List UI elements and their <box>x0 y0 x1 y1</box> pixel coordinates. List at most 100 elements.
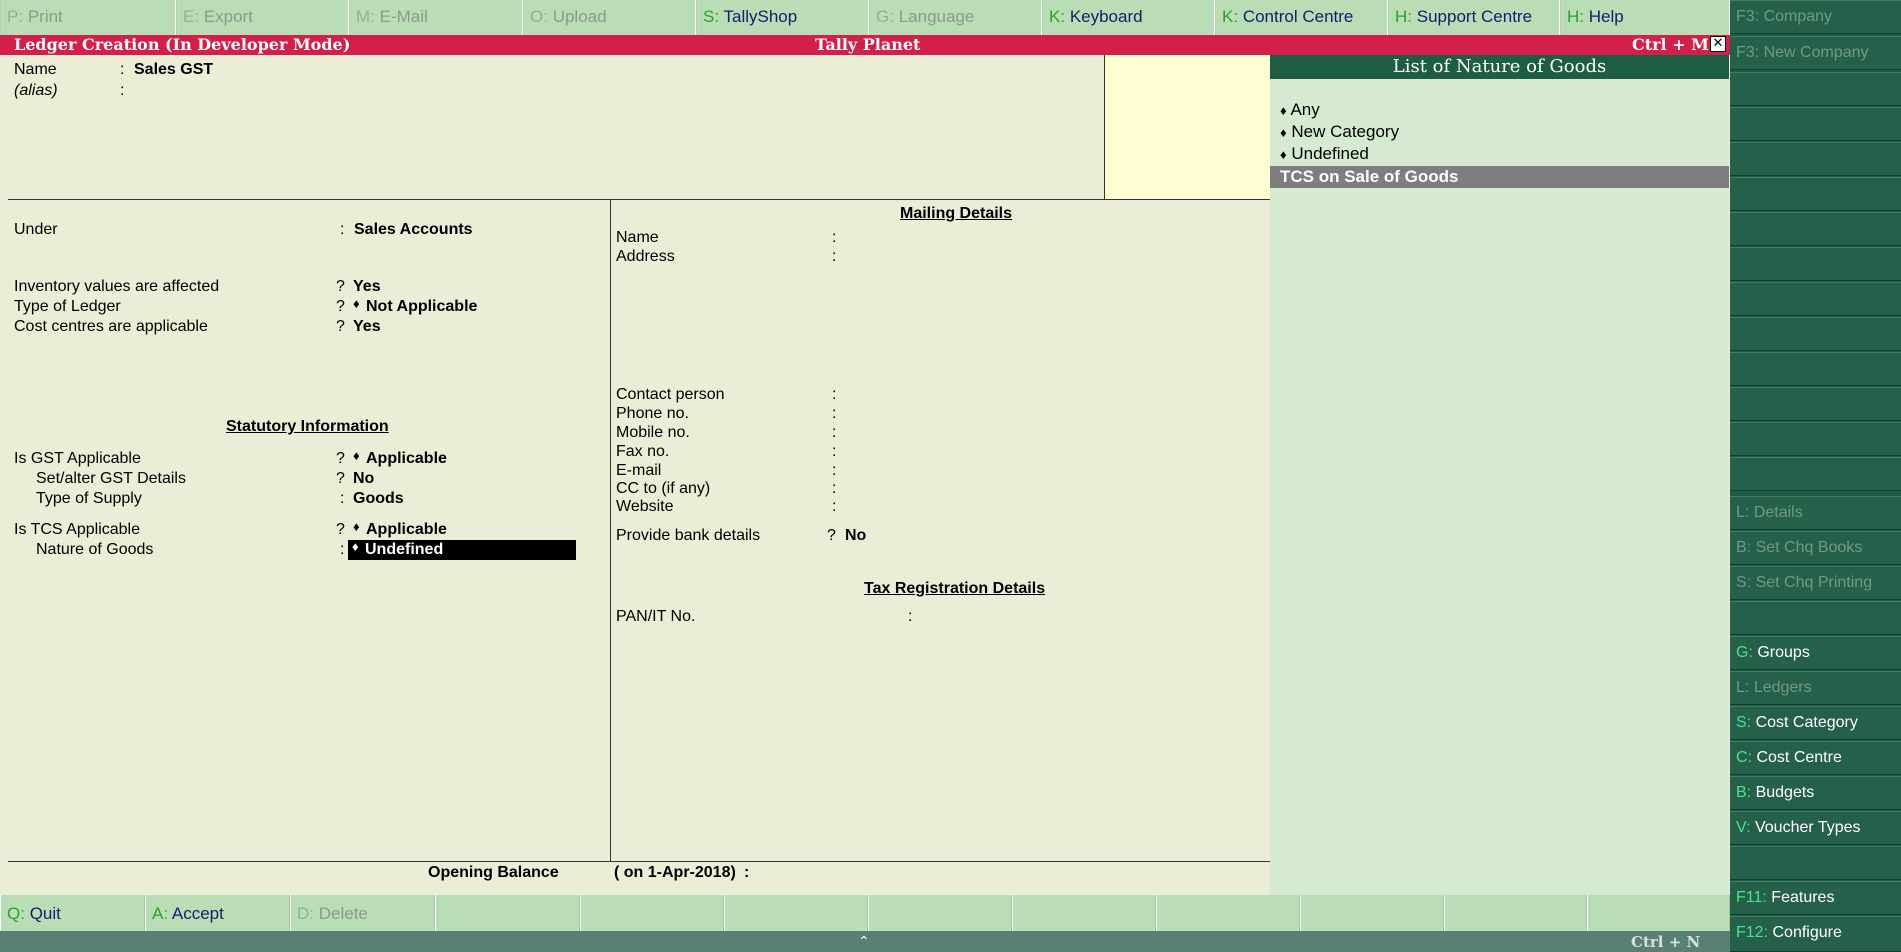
configure-button[interactable]: F12: Configure <box>1730 916 1901 952</box>
question-mark: ? <box>827 527 836 544</box>
sidebar-blank-14 <box>1730 846 1901 880</box>
colon: : <box>340 490 345 507</box>
bottom-blank-5 <box>1012 895 1156 931</box>
tcs-applicable-label: Is TCS Applicable <box>14 521 140 538</box>
website-label: Website <box>616 498 674 515</box>
close-icon[interactable]: ✕ <box>1710 36 1726 52</box>
bottom-blank-7 <box>1300 895 1444 931</box>
bank-details-field[interactable]: No <box>845 527 866 545</box>
gst-applicable-field[interactable]: Applicable <box>366 450 447 468</box>
colon: : <box>832 229 837 246</box>
quit-button[interactable]: Q: Quit <box>0 895 145 931</box>
gst-details-field[interactable]: No <box>353 470 374 488</box>
cost-centre-button[interactable]: C: Cost Centre <box>1730 741 1901 775</box>
type-of-ledger-field[interactable]: Not Applicable <box>366 298 477 316</box>
features-button[interactable]: F11: Features <box>1730 881 1901 915</box>
new-company-button[interactable]: F3: New Company <box>1730 36 1901 70</box>
accept-button[interactable]: A: Accept <box>145 895 290 931</box>
gst-details-label: Set/alter GST Details <box>36 470 186 487</box>
question-mark: ? <box>336 318 345 335</box>
mobile-label: Mobile no. <box>616 424 690 441</box>
email-button[interactable]: M: E-Mail <box>349 0 523 35</box>
divider <box>8 199 1270 200</box>
question-mark: ? <box>336 521 345 538</box>
chevron-up-icon[interactable]: ⌃ <box>858 933 870 950</box>
support-centre-button[interactable]: H: Support Centre <box>1388 0 1560 35</box>
list-item-selected[interactable]: TCS on Sale of Goods <box>1270 166 1729 188</box>
title-shortcut: Ctrl + M <box>1632 35 1709 54</box>
diamond-icon: ♦ <box>1280 103 1287 118</box>
status-bar: ⌃ Ctrl + N <box>0 931 1730 952</box>
colon: : <box>832 248 837 265</box>
list-item[interactable]: ♦ New Category <box>1280 122 1399 142</box>
bottom-button-bar: Q: Quit A: Accept D: Delete <box>0 895 1730 931</box>
colon: : <box>120 82 125 99</box>
address-label: Address <box>616 248 675 265</box>
bottom-blank-4 <box>868 895 1012 931</box>
set-chq-books-button[interactable]: B: Set Chq Books <box>1730 531 1901 565</box>
bottom-blank-2 <box>580 895 724 931</box>
alias-label: (alias) <box>14 82 58 99</box>
delete-button[interactable]: D: Delete <box>290 895 435 931</box>
inventory-field[interactable]: Yes <box>353 278 381 296</box>
tallyshop-button[interactable]: S: TallyShop <box>696 0 869 35</box>
colon: : <box>832 424 837 441</box>
groups-button[interactable]: G: Groups <box>1730 636 1901 670</box>
diamond-icon: ♦ <box>1280 147 1287 162</box>
bottom-blank-3 <box>724 895 868 931</box>
cc-label: CC to (if any) <box>616 480 711 497</box>
nature-of-goods-value: Undefined <box>365 541 444 558</box>
language-button[interactable]: G: Language <box>869 0 1042 35</box>
email-label: E-mail <box>616 462 662 479</box>
list-item[interactable]: ♦ Any <box>1280 100 1320 120</box>
cost-category-button[interactable]: S: Cost Category <box>1730 706 1901 740</box>
sidebar-blank-2 <box>1730 107 1901 141</box>
under-field[interactable]: Sales Accounts <box>354 221 473 239</box>
nature-of-goods-input[interactable]: ♦ Undefined <box>348 539 576 560</box>
type-of-supply-label: Type of Supply <box>36 490 142 507</box>
cost-centres-field[interactable]: Yes <box>353 318 381 336</box>
sidebar-blank-1 <box>1730 72 1901 106</box>
diamond-icon: ♦ <box>353 448 360 463</box>
sidebar-blank-9 <box>1730 352 1901 386</box>
question-mark: ? <box>336 450 345 467</box>
export-button[interactable]: E: Export <box>176 0 349 35</box>
sidebar-blank-13 <box>1730 601 1901 635</box>
list-item[interactable]: ♦ Undefined <box>1280 144 1369 164</box>
bottom-blank-6 <box>1156 895 1300 931</box>
type-of-supply-field[interactable]: Goods <box>353 490 404 508</box>
bottom-blank-9 <box>1587 895 1730 931</box>
sidebar-blank-6 <box>1730 247 1901 281</box>
control-centre-button[interactable]: K: Control Centre <box>1215 0 1388 35</box>
help-button[interactable]: H: Help <box>1560 0 1730 35</box>
keyboard-button[interactable]: K: Keyboard <box>1042 0 1215 35</box>
sidebar-blank-4 <box>1730 177 1901 211</box>
budgets-button[interactable]: B: Budgets <box>1730 776 1901 810</box>
bottom-blank-1 <box>435 895 580 931</box>
sidebar-blank-8 <box>1730 317 1901 351</box>
print-button[interactable]: P: Print <box>0 0 176 35</box>
details-button[interactable]: L: Details <box>1730 496 1901 530</box>
company-button[interactable]: F3: Company <box>1730 0 1901 34</box>
sidebar-blank-12 <box>1730 457 1901 491</box>
name-input[interactable]: Sales GST <box>134 61 213 79</box>
colon: : <box>120 61 125 78</box>
ledgers-button[interactable]: L: Ledgers <box>1730 671 1901 705</box>
voucher-types-button[interactable]: V: Voucher Types <box>1730 811 1901 845</box>
gst-applicable-label: Is GST Applicable <box>14 450 141 467</box>
tcs-applicable-field[interactable]: Applicable <box>366 521 447 539</box>
colon: : <box>832 405 837 422</box>
sidebar-blank-11 <box>1730 422 1901 456</box>
question-mark: ? <box>336 278 345 295</box>
diamond-icon: ♦ <box>353 296 360 311</box>
statutory-heading: Statutory Information <box>226 418 389 435</box>
diamond-icon: ♦ <box>353 519 360 534</box>
set-chq-printing-button[interactable]: S: Set Chq Printing <box>1730 566 1901 600</box>
upload-button[interactable]: O: Upload <box>523 0 696 35</box>
title-bar: Ledger Creation (In Developer Mode) Tall… <box>0 35 1730 55</box>
colon: : <box>832 480 837 497</box>
colon: : <box>832 462 837 479</box>
cost-centres-label: Cost centres are applicable <box>14 318 208 335</box>
divider <box>8 861 1270 862</box>
fax-label: Fax no. <box>616 443 670 460</box>
